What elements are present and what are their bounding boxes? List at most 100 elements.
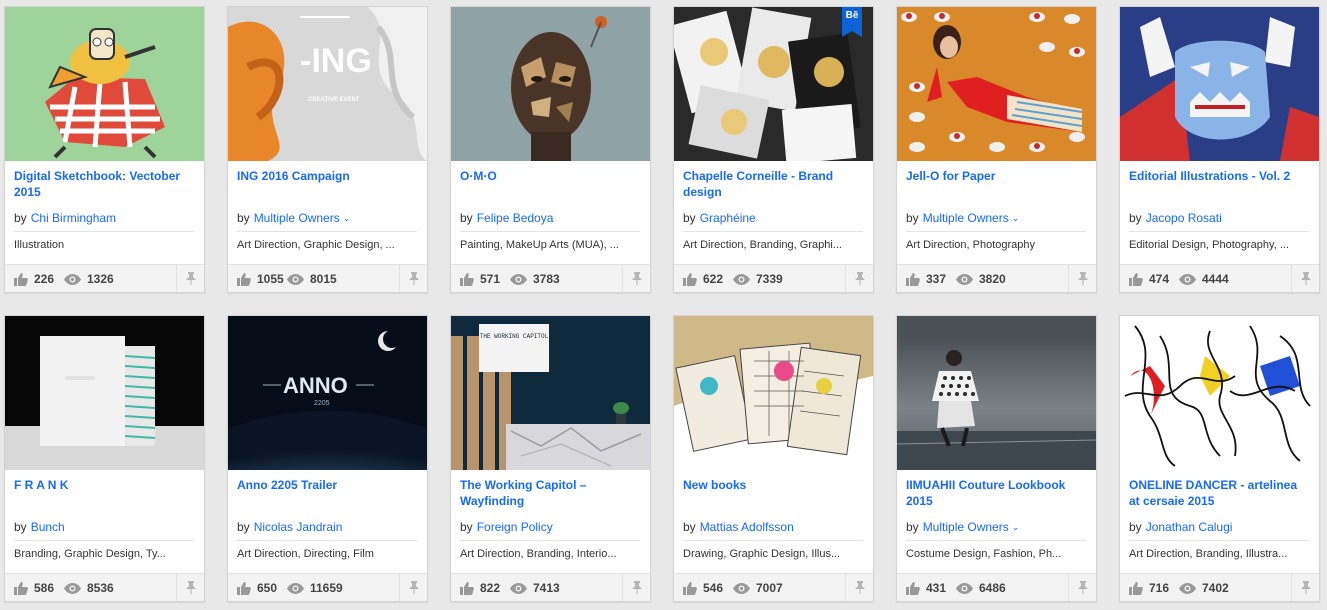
project-fields: Costume Design, Fashion, Ph... xyxy=(906,548,1062,560)
project-cover-image[interactable] xyxy=(5,7,204,161)
project-card[interactable]: New books by Mattias Adolfsson Drawing, G… xyxy=(673,315,874,602)
owner-link[interactable]: Bunch xyxy=(31,520,65,534)
project-cover-image[interactable] xyxy=(1120,316,1319,470)
save-button[interactable] xyxy=(845,265,873,292)
project-cover-image[interactable]: Bē xyxy=(674,7,873,161)
project-title[interactable]: ING 2016 Campaign xyxy=(237,168,419,184)
save-button[interactable] xyxy=(176,265,204,292)
project-card[interactable]: Jell-O for Paper by Multiple Owners ⌄ Art … xyxy=(896,6,1097,293)
owner-link[interactable]: Multiple Owners xyxy=(923,520,1009,534)
project-title[interactable]: The Working Capitol – Wayfinding xyxy=(460,477,642,509)
project-cover-image[interactable] xyxy=(897,7,1096,161)
save-button[interactable] xyxy=(176,574,204,601)
owner-link[interactable]: Jonathan Calugi xyxy=(1146,520,1233,534)
project-title[interactable]: O·M·O xyxy=(460,168,642,184)
eye-icon xyxy=(510,582,527,594)
project-cover-image[interactable] xyxy=(674,316,873,470)
project-fields: Art Direction, Branding, Interio... xyxy=(460,548,617,560)
thumbs-up-icon xyxy=(683,581,697,595)
by-label: by xyxy=(906,211,919,225)
project-owners: by Bunch xyxy=(14,520,194,541)
project-cover-image[interactable] xyxy=(1120,7,1319,161)
save-button[interactable] xyxy=(1068,265,1096,292)
cover-subtext: CREATIVE EVENT xyxy=(308,97,360,103)
project-grid: Digital Sketchbook: Vectober 2015 by Chi … xyxy=(4,6,1324,610)
cover-subtext: 2205 xyxy=(314,400,330,407)
views-stat: 7402 xyxy=(1179,581,1229,595)
save-button[interactable] xyxy=(399,265,427,292)
project-card[interactable]: -ING CREATIVE EVENT ING 2016 Campaign by… xyxy=(227,6,428,293)
project-title[interactable]: Jell-O for Paper xyxy=(906,168,1088,184)
project-fields: Art Direction, Branding, Illustra... xyxy=(1129,548,1288,560)
owner-link[interactable]: Multiple Owners xyxy=(923,211,1009,225)
owner-link[interactable]: Graphéine xyxy=(700,211,756,225)
chevron-down-icon[interactable]: ⌄ xyxy=(1012,213,1020,224)
project-title[interactable]: IIMUAHII Couture Lookbook 2015 xyxy=(906,477,1088,509)
eye-icon xyxy=(64,273,81,285)
project-owners: by Chi Birmingham xyxy=(14,211,194,232)
project-fields: Art Direction, Photography xyxy=(906,239,1036,251)
project-fields: Drawing, Graphic Design, Illus... xyxy=(683,548,841,560)
chevron-down-icon[interactable]: ⌄ xyxy=(1012,522,1020,533)
pin-icon xyxy=(854,581,865,594)
project-card[interactable]: Bē Chapelle Corneille - Brand design by G… xyxy=(673,6,874,293)
project-card[interactable]: THE WORKING CAPITOL The Working Capitol … xyxy=(450,315,651,602)
project-card[interactable]: IIMUAHII Couture Lookbook 2015 by Multipl… xyxy=(896,315,1097,602)
project-card[interactable]: O·M·O by Felipe Bedoya Painting, MakeUp A… xyxy=(450,6,651,293)
project-cover-image[interactable]: THE WORKING CAPITOL xyxy=(451,316,650,470)
owner-link[interactable]: Jacopo Rosati xyxy=(1146,211,1222,225)
project-cover-image[interactable] xyxy=(5,316,204,470)
project-title[interactable]: New books xyxy=(683,477,865,493)
owner-link[interactable]: Foreign Policy xyxy=(477,520,553,534)
save-button[interactable] xyxy=(399,574,427,601)
project-title[interactable]: Anno 2205 Trailer xyxy=(237,477,419,493)
cover-text: THE WORKING CAPITOL xyxy=(480,333,549,340)
save-button[interactable] xyxy=(845,574,873,601)
views-count: 3783 xyxy=(533,272,560,286)
project-cover-image[interactable]: -ING CREATIVE EVENT xyxy=(228,7,427,161)
project-card[interactable]: ANNO 2205 Anno 2205 Trailer by Nicolas Ja… xyxy=(227,315,428,602)
owner-link[interactable]: Mattias Adolfsson xyxy=(700,520,794,534)
project-stats: 1055 8015 xyxy=(228,264,427,292)
owner-link[interactable]: Nicolas Jandrain xyxy=(254,520,343,534)
pin-icon xyxy=(631,581,642,594)
owner-link[interactable]: Chi Birmingham xyxy=(31,211,116,225)
project-owners: by Graphéine xyxy=(683,211,863,232)
thumbs-up-icon xyxy=(460,581,474,595)
project-card[interactable]: Editorial Illustrations - Vol. 2 by Jacop… xyxy=(1119,6,1320,293)
project-fields: Editorial Design, Photography, ... xyxy=(1129,239,1289,251)
thumbs-up-icon xyxy=(906,272,920,286)
chevron-down-icon[interactable]: ⌄ xyxy=(343,213,351,224)
views-stat: 3820 xyxy=(956,272,1006,286)
appreciations-stat: 337 xyxy=(906,272,946,286)
appreciations-stat: 1055 xyxy=(237,272,284,286)
appreciations-stat: 474 xyxy=(1129,272,1169,286)
views-count: 3820 xyxy=(979,272,1006,286)
views-count: 6486 xyxy=(979,581,1006,595)
project-card[interactable]: Digital Sketchbook: Vectober 2015 by Chi … xyxy=(4,6,205,293)
save-button[interactable] xyxy=(622,574,650,601)
save-button[interactable] xyxy=(1291,574,1319,601)
save-button[interactable] xyxy=(1068,574,1096,601)
save-button[interactable] xyxy=(1291,265,1319,292)
project-card[interactable]: ONELINE DANCER - artelinea at cersaie 20… xyxy=(1119,315,1320,602)
project-stats: 337 3820 xyxy=(897,264,1096,292)
project-title[interactable]: Editorial Illustrations - Vol. 2 xyxy=(1129,168,1311,184)
pin-icon xyxy=(631,272,642,285)
project-cover-image[interactable]: ANNO 2205 xyxy=(228,316,427,470)
project-owners: by Jacopo Rosati xyxy=(1129,211,1309,232)
project-fields: Branding, Graphic Design, Ty... xyxy=(14,548,166,560)
project-card[interactable]: F R A N K by Bunch Branding, Graphic Desi… xyxy=(4,315,205,602)
appreciations-count: 546 xyxy=(703,581,724,595)
project-title[interactable]: Digital Sketchbook: Vectober 2015 xyxy=(14,168,196,200)
project-title[interactable]: ONELINE DANCER - artelinea at cersaie 20… xyxy=(1129,477,1311,509)
owner-link[interactable]: Felipe Bedoya xyxy=(477,211,554,225)
owner-link[interactable]: Multiple Owners xyxy=(254,211,340,225)
project-cover-image[interactable] xyxy=(451,7,650,161)
project-title[interactable]: Chapelle Corneille - Brand design xyxy=(683,168,865,200)
eye-icon xyxy=(287,582,304,594)
save-button[interactable] xyxy=(622,265,650,292)
project-title[interactable]: F R A N K xyxy=(14,477,196,493)
project-cover-image[interactable] xyxy=(897,316,1096,470)
pin-icon xyxy=(185,272,196,285)
